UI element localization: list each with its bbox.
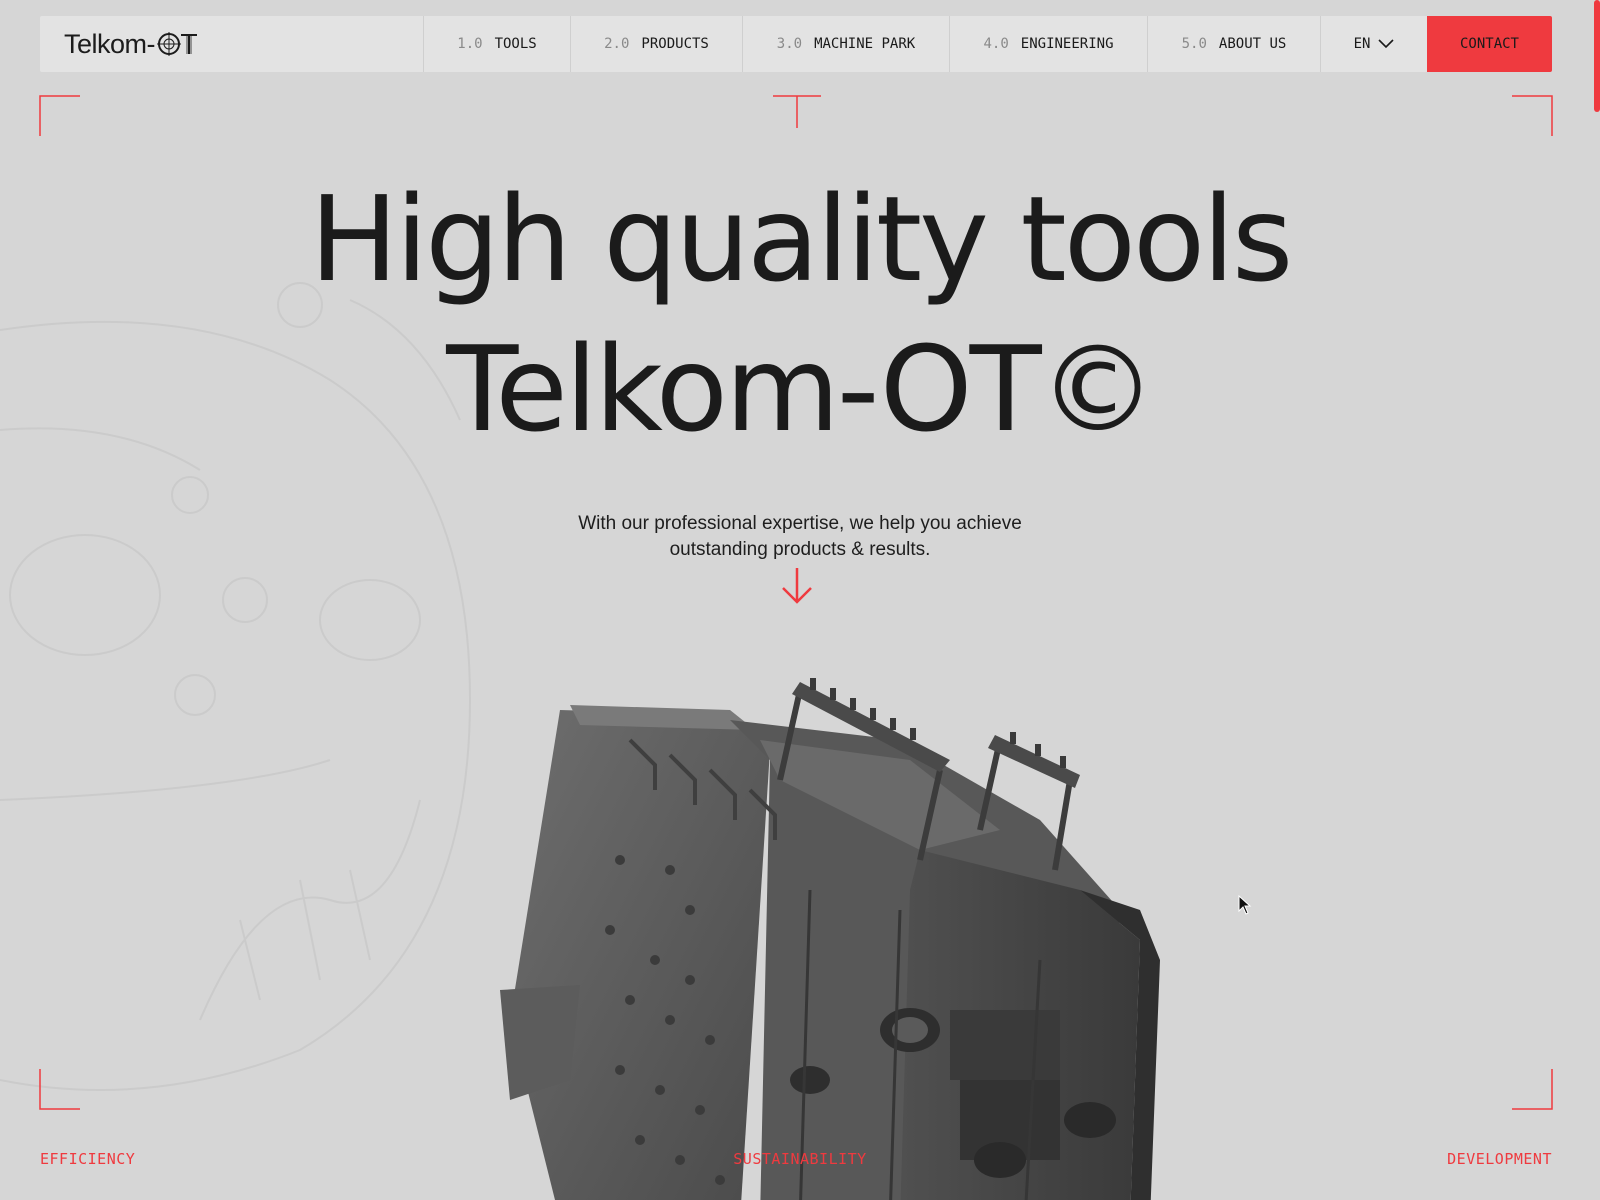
frame-corner-bottom-left [39,1069,80,1110]
nav-item-label: PRODUCTS [641,36,709,52]
footer-label-development: DEVELOPMENT [1447,1150,1552,1168]
frame-mark-top-center [773,95,821,128]
mold-tool-illustration [500,678,1160,1200]
hero-subtitle: With our professional expertise, we help… [578,513,1022,560]
frame-corner-top-right [1512,95,1553,136]
chevron-down-icon [1378,39,1394,49]
nav-item-products[interactable]: 2.0 PRODUCTS [571,16,743,72]
hero-title-line2: Telkom-OT© [446,320,1157,458]
nav-item-machine-park[interactable]: 3.0 MACHINE PARK [743,16,950,72]
contact-button[interactable]: CONTACT [1427,16,1552,72]
nav-item-number: 5.0 [1181,36,1207,52]
language-selector[interactable]: EN [1321,16,1427,72]
nav-item-label: MACHINE PARK [814,36,916,52]
logo-text: Telkom- [64,28,156,59]
frame-corner-top-left [39,95,80,136]
nav-item-label: TOOLS [494,36,537,52]
frame-corner-bottom-right [1512,1069,1553,1110]
nav-item-tools[interactable]: 1.0 TOOLS [424,16,571,72]
scrollbar-thumb[interactable] [1594,0,1600,112]
arrow-down-icon[interactable] [780,566,814,606]
nav-item-number: 1.0 [457,36,483,52]
mouse-cursor-icon [1238,895,1252,915]
page: Telkom- 1.0 TOOLS 2.0 PRODUCTS 3.0 MACHI… [0,0,1600,1200]
footer-label-sustainability: SUSTAINABILITY [733,1150,867,1168]
nav-item-label: ABOUT US [1218,36,1287,52]
logo-ot-mark-icon [157,32,198,56]
hero-title-line1: High quality tools [309,170,1294,308]
nav-item-number: 4.0 [983,36,1009,52]
nav-item-label: ENGINEERING [1020,36,1114,52]
footer-label-efficiency: EFFICIENCY [40,1150,136,1168]
nav-item-number: 3.0 [776,36,803,52]
logo[interactable]: Telkom- [40,16,424,72]
top-navbar: Telkom- 1.0 TOOLS 2.0 PRODUCTS 3.0 MACHI… [40,16,1552,72]
nav-item-about-us[interactable]: 5.0 ABOUT US [1148,16,1321,72]
nav-item-engineering[interactable]: 4.0 ENGINEERING [950,16,1148,72]
language-label: EN [1353,36,1371,52]
nav-item-number: 2.0 [604,36,630,52]
